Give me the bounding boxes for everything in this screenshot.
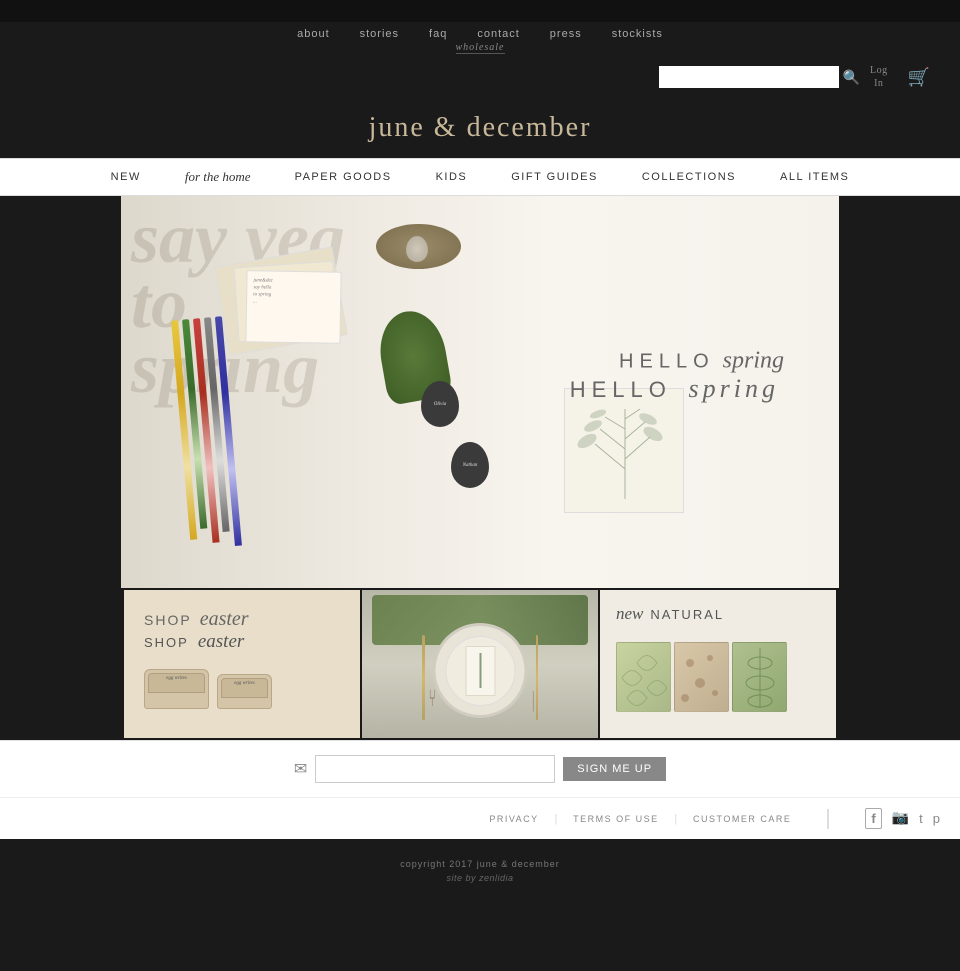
footer-divider-1: |	[555, 811, 557, 826]
hero-section: say yegtospring june&decsay helloto spri…	[121, 196, 839, 588]
stem	[479, 653, 481, 688]
main-nav-gift-guides[interactable]: GIFT GUIDES	[489, 161, 620, 193]
footer-link-privacy[interactable]: PRIVACY	[489, 814, 538, 824]
swatch-1	[616, 642, 671, 712]
top-bar	[0, 0, 960, 22]
egg-2: Nathan	[451, 442, 489, 488]
facebook-icon[interactable]: f	[865, 808, 881, 829]
panel-new-natural[interactable]: new NATURAL	[600, 590, 836, 738]
knife-utensil	[536, 635, 538, 720]
egg-carton-large: egg writes	[144, 669, 209, 709]
nav-bar: about stories FAQ contact press stockist…	[0, 22, 960, 42]
bird-nest-area	[376, 224, 461, 279]
knife: |	[532, 687, 534, 713]
main-nav-all-items[interactable]: ALL ITEMS	[758, 161, 871, 193]
sign-me-up-button[interactable]: SIGN ME UP	[563, 757, 666, 781]
hero-wrapper: say yegtospring june&decsay helloto spri…	[0, 196, 960, 588]
main-nav-home[interactable]: for the HOME	[163, 159, 273, 195]
swatch-2-pattern	[675, 643, 729, 712]
main-nav-collections[interactable]: COLLECTIONS	[620, 161, 758, 193]
logo-row: june & december	[0, 96, 960, 158]
footer-divider-2: |	[675, 811, 677, 826]
egg-carton-area: egg writes egg writes	[144, 669, 272, 709]
nav-about[interactable]: about	[297, 28, 330, 40]
fabric-swatches	[616, 642, 816, 712]
site-credit: site by zenlidia	[446, 873, 513, 883]
login-text-line1: Log	[870, 64, 888, 77]
new-natural-title-rendered: new NATURAL	[616, 604, 724, 624]
search-icon: 🔍	[843, 69, 860, 85]
search-input[interactable]	[659, 66, 839, 88]
plate-scene: ⑂ |	[362, 590, 598, 738]
wholesale-link[interactable]: wholesale	[456, 42, 505, 54]
swatch-2	[674, 642, 729, 712]
login-link[interactable]: Log In	[870, 64, 888, 90]
footer-newsletter: ✉ SIGN ME UP	[0, 740, 960, 797]
email-input[interactable]	[315, 755, 555, 783]
swatch-3	[732, 642, 787, 712]
mail-icon: ✉	[294, 759, 307, 779]
nav-contact[interactable]: contact	[477, 28, 519, 40]
card-3: june&decsay helloto spring...	[245, 270, 341, 344]
card-stack: june&decsay helloto spring...	[221, 256, 361, 356]
fork-utensil	[422, 635, 425, 720]
egg-carton-label-1: egg writes	[145, 673, 208, 681]
search-button[interactable]: 🔍	[843, 69, 860, 86]
shop-easter-title-rendered: SHOP easter	[144, 631, 244, 653]
nav-faq[interactable]: FAQ	[429, 28, 447, 40]
search-cart-row: 🔍 Log In 🛒	[0, 58, 960, 96]
panel-natural-setting[interactable]: ⑂ |	[362, 590, 598, 738]
bird-egg	[406, 236, 428, 262]
footer-copyright: copyright 2017 june & december site by z…	[0, 839, 960, 903]
hello-spring-text: HELLO spring	[570, 374, 779, 404]
pinterest-icon[interactable]: p	[933, 811, 940, 826]
footer-links: PRIVACY | TERMS OF USE | CUSTOMER CARE f…	[0, 797, 960, 839]
nav-stories[interactable]: stories	[360, 28, 399, 40]
egg-carton-medium: egg writes	[217, 674, 272, 709]
plate-inner	[445, 636, 515, 706]
footer-link-terms[interactable]: TERMS OF USE	[573, 814, 659, 824]
hero-canvas: say yegtospring june&decsay helloto spri…	[121, 196, 839, 588]
bird-nest	[376, 224, 461, 269]
main-nav: NEW for the HOME PAPER GOODS KIDS GIFT G…	[0, 158, 960, 196]
main-nav-kids[interactable]: KIDS	[414, 161, 490, 193]
search-box: 🔍	[659, 66, 860, 88]
copyright-text: copyright 2017 june & december	[400, 859, 560, 869]
main-nav-new[interactable]: NEW	[89, 161, 163, 193]
nav-stockists[interactable]: stockists	[612, 28, 663, 40]
cart-icon[interactable]: 🛒	[908, 67, 930, 88]
footer-link-group: PRIVACY | TERMS OF USE | CUSTOMER CARE	[20, 811, 791, 826]
swatch-3-pattern	[733, 643, 787, 712]
easter-label: easter	[200, 608, 249, 630]
wholesale-row: wholesale	[0, 42, 960, 58]
napkin	[465, 646, 495, 696]
social-icons: f 📷 t p	[865, 808, 940, 829]
footer-link-customer-care[interactable]: CUSTOMER CARE	[693, 814, 791, 824]
login-text-line2: In	[874, 77, 883, 90]
shop-label: SHOP	[144, 612, 192, 628]
nav-press[interactable]: press	[550, 28, 582, 40]
shop-easter-title: SHOP easter	[144, 608, 249, 631]
instagram-icon[interactable]: 📷	[892, 810, 909, 827]
panels-row: SHOP easter SHOP easter egg writes egg w…	[0, 588, 960, 740]
twitter-icon[interactable]: t	[919, 811, 923, 826]
fern-print	[564, 388, 684, 513]
spring-italic-text: spring	[689, 374, 779, 403]
panel-easter[interactable]: SHOP easter SHOP easter egg writes egg w…	[124, 590, 360, 738]
main-nav-paper-goods[interactable]: PAPER GOODS	[273, 161, 414, 193]
fern-svg	[565, 389, 684, 513]
hello-spring-display: HELLO spring	[619, 347, 784, 374]
site-logo[interactable]: june & december	[369, 112, 592, 144]
footer-vertical-divider	[827, 809, 829, 829]
egg-1: Olivia	[421, 381, 459, 427]
swatch-1-pattern	[617, 643, 671, 712]
hello-text: HELLO	[570, 377, 672, 402]
fork: ⑂	[429, 686, 436, 713]
egg-carton-label-2: egg writes	[218, 678, 271, 686]
plate	[433, 623, 528, 718]
